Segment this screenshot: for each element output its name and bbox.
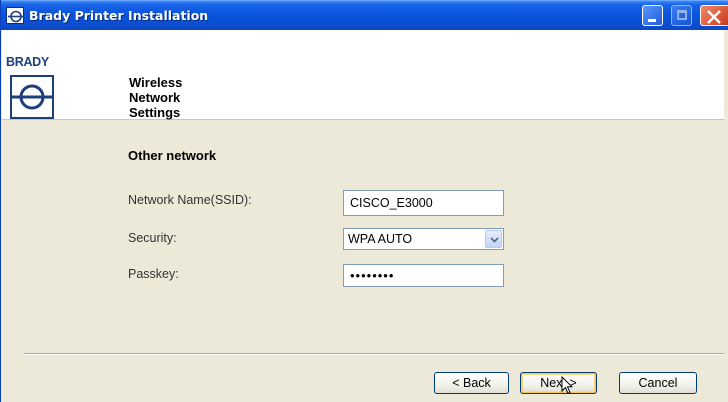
minimize-button[interactable] — [642, 5, 663, 26]
window-title: Brady Printer Installation — [29, 8, 209, 23]
header-panel: BRADY Wireless Network Settings — [2, 30, 724, 120]
chevron-down-icon — [490, 237, 499, 243]
passkey-input[interactable]: •••••••• — [343, 264, 504, 287]
header-title: Wireless Network Settings — [129, 75, 183, 120]
installer-window: Brady Printer Installation BRADY Wireles… — [0, 0, 728, 402]
ssid-label: Network Name(SSID): — [128, 193, 252, 207]
brady-app-icon — [6, 7, 24, 24]
mouse-cursor-icon — [561, 376, 573, 395]
maximize-button[interactable] — [671, 5, 692, 26]
footer-separator — [24, 353, 724, 355]
maximize-icon — [677, 10, 687, 20]
section-title: Other network — [128, 148, 217, 163]
back-button[interactable]: < Back — [434, 372, 509, 394]
brady-logo-text: BRADY — [6, 55, 49, 69]
security-select[interactable]: WPA AUTO — [343, 228, 504, 250]
passkey-label: Passkey: — [128, 267, 179, 281]
ssid-input[interactable]: CISCO_E3000 — [343, 190, 504, 216]
minimize-icon — [648, 19, 656, 22]
security-select-value: WPA AUTO — [348, 232, 413, 246]
security-dropdown-button[interactable] — [485, 230, 502, 248]
brady-logo-icon — [10, 75, 54, 119]
title-bar[interactable]: Brady Printer Installation — [1, 0, 728, 30]
cancel-button[interactable]: Cancel — [619, 372, 697, 394]
close-icon — [707, 10, 721, 24]
security-label: Security: — [128, 231, 177, 245]
close-button[interactable] — [700, 5, 728, 26]
next-button[interactable]: Next > — [520, 372, 597, 394]
